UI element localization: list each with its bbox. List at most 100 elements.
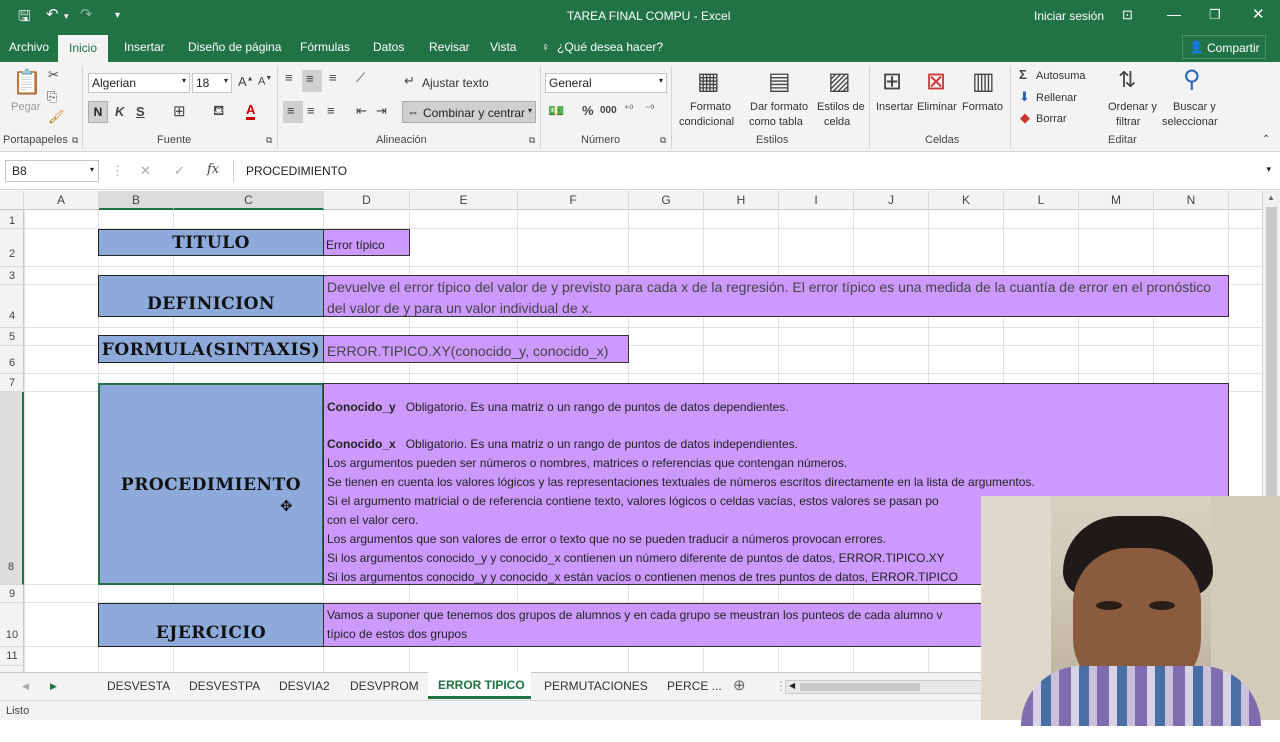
column-header[interactable]: D: [324, 191, 410, 210]
font-name-select[interactable]: Algerian ▾: [88, 73, 190, 93]
decrease-decimal-icon[interactable]: ⁻⁰: [645, 104, 654, 115]
sheet-tab[interactable]: DESVESTPA: [189, 679, 260, 693]
eraser-icon[interactable]: ◆: [1020, 110, 1030, 126]
column-header[interactable]: N: [1154, 191, 1229, 210]
insert-cells-icon[interactable]: ⊞: [882, 67, 902, 96]
clipboard-launcher-icon[interactable]: ⧉: [72, 135, 78, 146]
paste-button[interactable]: Pegar: [11, 100, 40, 114]
tell-me-input[interactable]: ¿Qué desea hacer?: [557, 40, 663, 54]
titulo-label-cell[interactable]: TITULO: [98, 229, 324, 256]
format-cells-button[interactable]: Formato: [962, 100, 1003, 114]
row-header[interactable]: 11: [0, 647, 24, 666]
sort-filter-icon[interactable]: ⇅: [1118, 67, 1136, 93]
scrollbar-thumb[interactable]: [1266, 207, 1277, 497]
sheet-tab[interactable]: PERMUTACIONES: [544, 679, 648, 693]
row-header[interactable]: 6: [0, 346, 24, 374]
format-table-label-2[interactable]: como tabla: [749, 115, 803, 129]
alignment-launcher-icon[interactable]: ⧉: [529, 135, 535, 146]
align-middle-button[interactable]: ≡: [302, 70, 322, 92]
insert-function-icon[interactable]: fx: [207, 162, 219, 177]
percent-button[interactable]: %: [582, 103, 594, 118]
tab-insertar[interactable]: Insertar: [124, 40, 165, 54]
merge-center-button[interactable]: ⇔ Combinar y centrar ▾: [402, 101, 536, 123]
increase-decimal-icon[interactable]: ⁺⁰: [624, 104, 633, 115]
find-label-1[interactable]: Buscar y: [1173, 100, 1216, 114]
format-table-label-1[interactable]: Dar formato: [750, 100, 808, 114]
definicion-label-cell[interactable]: DEFINICION: [98, 275, 324, 317]
autosum-icon[interactable]: Σ: [1019, 67, 1027, 82]
number-format-select[interactable]: General ▾: [545, 73, 667, 93]
horizontal-scrollbar[interactable]: ◀: [785, 680, 985, 694]
column-header[interactable]: C: [174, 191, 324, 210]
font-size-select[interactable]: 18 ▾: [192, 73, 232, 93]
column-header[interactable]: L: [1004, 191, 1079, 210]
ribbon-display-icon[interactable]: ⊡: [1122, 7, 1133, 23]
borders-icon[interactable]: ⊞: [173, 102, 186, 120]
find-label-2[interactable]: seleccionar: [1162, 115, 1218, 129]
sheet-tab[interactable]: PERCE ...: [667, 679, 722, 693]
row-header[interactable]: 1: [0, 210, 24, 229]
delete-cells-button[interactable]: Eliminar: [917, 100, 957, 114]
scroll-tabs-right-icon[interactable]: ▶: [50, 681, 57, 692]
row-header[interactable]: 3: [0, 267, 24, 285]
align-top-icon[interactable]: ≡: [285, 70, 293, 85]
row-header[interactable]: 10: [0, 603, 24, 647]
scroll-tabs-left-icon[interactable]: ◀: [22, 681, 29, 692]
find-icon[interactable]: ⚲: [1183, 65, 1201, 94]
name-box[interactable]: B8 ▾: [5, 160, 99, 182]
tab-inicio[interactable]: Inicio: [58, 35, 108, 62]
format-as-table-icon[interactable]: ▤: [768, 67, 791, 96]
tab-diseno[interactable]: Diseño de página: [188, 40, 281, 54]
undo-icon[interactable]: ↶: [46, 5, 59, 23]
procedimiento-label-cell[interactable]: PROCEDIMIENTO: [98, 383, 324, 585]
thousands-button[interactable]: 000: [600, 105, 617, 116]
clear-button[interactable]: Borrar: [1036, 112, 1067, 126]
row-header[interactable]: 5: [0, 328, 24, 346]
currency-icon[interactable]: 💵: [548, 103, 564, 119]
cell-styles-label-2[interactable]: celda: [824, 115, 850, 129]
column-header[interactable]: K: [929, 191, 1004, 210]
ejercicio-label-cell[interactable]: EJERCICIO: [98, 603, 324, 647]
column-header[interactable]: B: [99, 191, 174, 210]
row-header[interactable]: 7: [0, 374, 24, 392]
tab-revisar[interactable]: Revisar: [429, 40, 470, 54]
close-icon[interactable]: ✕: [1252, 5, 1265, 23]
sheet-tab[interactable]: DESVPROM: [350, 679, 419, 693]
align-bottom-icon[interactable]: ≡: [329, 70, 337, 85]
undo-dropdown-icon[interactable]: ▾: [64, 11, 69, 22]
align-right-icon[interactable]: ≡: [327, 103, 335, 118]
tab-vista[interactable]: Vista: [490, 40, 516, 54]
expand-formula-icon[interactable]: ▾: [1266, 164, 1271, 175]
sort-label-2[interactable]: filtrar: [1116, 115, 1140, 129]
delete-cells-icon[interactable]: ⊠: [926, 67, 946, 96]
font-launcher-icon[interactable]: ⧉: [266, 135, 272, 146]
sheet-tab[interactable]: DESVESTA: [107, 679, 170, 693]
cancel-icon[interactable]: ✕: [140, 163, 151, 179]
signin-link[interactable]: Iniciar sesión: [1034, 9, 1104, 23]
sheet-tab[interactable]: DESVIA2: [279, 679, 330, 693]
column-header[interactable]: M: [1079, 191, 1154, 210]
decrease-indent-icon[interactable]: ⇤: [356, 103, 367, 119]
insert-cells-button[interactable]: Insertar: [876, 100, 913, 114]
formula-label-cell[interactable]: FORMULA(SINTAXIS): [98, 335, 324, 363]
column-header[interactable]: I: [779, 191, 854, 210]
column-header[interactable]: F: [518, 191, 629, 210]
row-header[interactable]: 2: [0, 229, 24, 267]
fill-color-icon[interactable]: ⛾: [213, 102, 224, 121]
shrink-font-icon[interactable]: A▼: [258, 75, 272, 88]
add-sheet-icon[interactable]: ⊕: [733, 676, 746, 694]
save-icon[interactable]: 🖫: [18, 6, 31, 31]
fill-icon[interactable]: ⬇: [1019, 89, 1030, 105]
copy-icon[interactable]: ⎘: [47, 89, 57, 105]
formula-value-cell[interactable]: ERROR.TIPICO.XY(conocido_y, conocido_x): [323, 335, 629, 363]
column-header[interactable]: J: [854, 191, 929, 210]
share-button[interactable]: 👤 Compartir: [1182, 35, 1266, 59]
tab-archivo[interactable]: Archivo: [9, 40, 49, 54]
align-center-icon[interactable]: ≡: [307, 103, 315, 118]
autosum-button[interactable]: Autosuma: [1036, 69, 1086, 83]
row-header[interactable]: 8: [0, 392, 24, 585]
select-all[interactable]: [0, 191, 24, 210]
collapse-ribbon-icon[interactable]: ⌃: [1262, 134, 1270, 145]
scroll-left-icon[interactable]: ◀: [789, 681, 795, 690]
definicion-value-cell[interactable]: Devuelve el error típico del valor de y …: [323, 275, 1229, 317]
